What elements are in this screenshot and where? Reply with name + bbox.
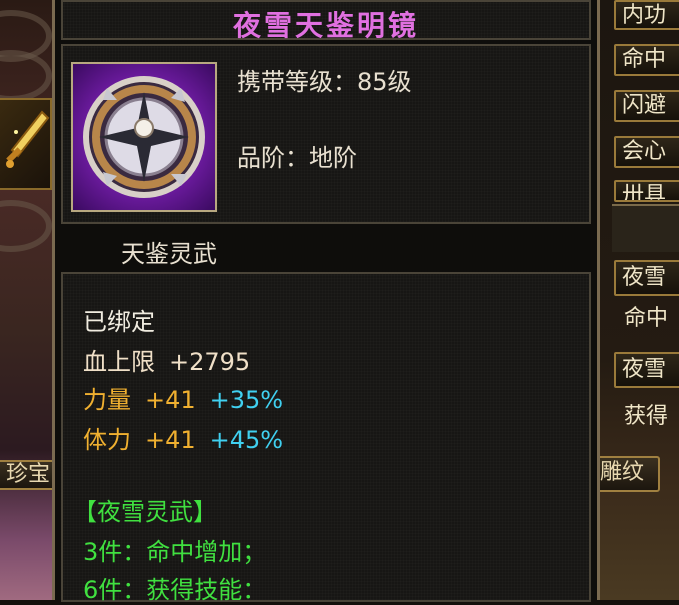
sword-icon [6,110,50,168]
decor-ring [0,50,52,102]
bound-status: 已绑定 [83,308,155,336]
set-button-2[interactable]: 夜雪 [614,352,679,388]
attr-label: 会心 [622,139,667,164]
attr-button-crit[interactable]: 会心 [614,136,679,168]
stat-hp-label: 血上限 [83,348,155,376]
stat-strength-value: +41 [145,386,196,414]
right-panel-header [612,204,679,252]
stat-constitution-value: +41 [145,426,196,454]
set-button-label: 夜雪 [622,265,667,290]
tab-engrave-label: 雕纹 [600,460,645,485]
stat-hp-value: +2795 [169,348,251,376]
attr-label: 命中 [622,47,667,72]
stat-strength-label: 力量 [83,386,131,414]
set-row-1: 命中 [624,306,669,331]
tooltip-title-bar: 夜雪天鉴明镜 [61,0,591,42]
tab-treasure[interactable]: 珍宝 [0,460,58,490]
item-name: 夜雪天鉴明镜 [232,9,419,42]
stat-constitution-label: 体力 [83,426,131,454]
attr-label: 内功 [622,3,667,28]
stat-hp: 血上限 +2795 [83,342,250,377]
attr-button-internal[interactable]: 内功 [614,0,679,30]
attr-label: 卅具 [622,183,667,202]
attr-button-other[interactable]: 卅具 [614,180,679,202]
item-series: 天鉴灵武 [121,240,217,268]
stat-constitution: 体力 +41 +45% [83,420,283,455]
attr-label: 闪避 [622,93,667,118]
set-button-1[interactable]: 夜雪 [614,260,679,296]
decor-ring [0,200,52,252]
stat-constitution-percent: +45% [209,426,284,454]
stat-strength: 力量 +41 +35% [83,380,283,415]
item-stats-box: 已绑定 血上限 +2795 力量 +41 +35% 体力 +41 +45% 【夜雪灵武】 … [61,272,591,604]
set-bonus-3: 3件：命中增加； [83,538,267,566]
item-header-box: 携带等级：85级 品阶：地阶 [61,44,591,224]
item-icon-frame [71,62,217,212]
set-name: 【夜雪灵武】 [73,498,217,526]
attr-button-dodge[interactable]: 闪避 [614,90,679,122]
tab-treasure-label: 珍宝 [6,462,51,487]
tab-engrave[interactable]: 雕纹 [590,456,660,492]
silver-mirror-shield-icon [83,76,205,198]
carry-level: 携带等级：85级 [237,68,412,96]
item-grade: 品阶：地阶 [237,144,357,172]
set-row-2: 获得 [624,404,669,429]
stat-strength-percent: +35% [209,386,284,414]
equip-slot-weapon[interactable] [0,98,52,190]
set-button-label: 夜雪 [622,357,667,382]
item-tooltip: 夜雪天鉴明镜 携带等级：85级 品阶：地阶 天鉴灵武 已绑定 血上限 +2795 [52,0,600,604]
attr-button-hit[interactable]: 命中 [614,44,679,76]
